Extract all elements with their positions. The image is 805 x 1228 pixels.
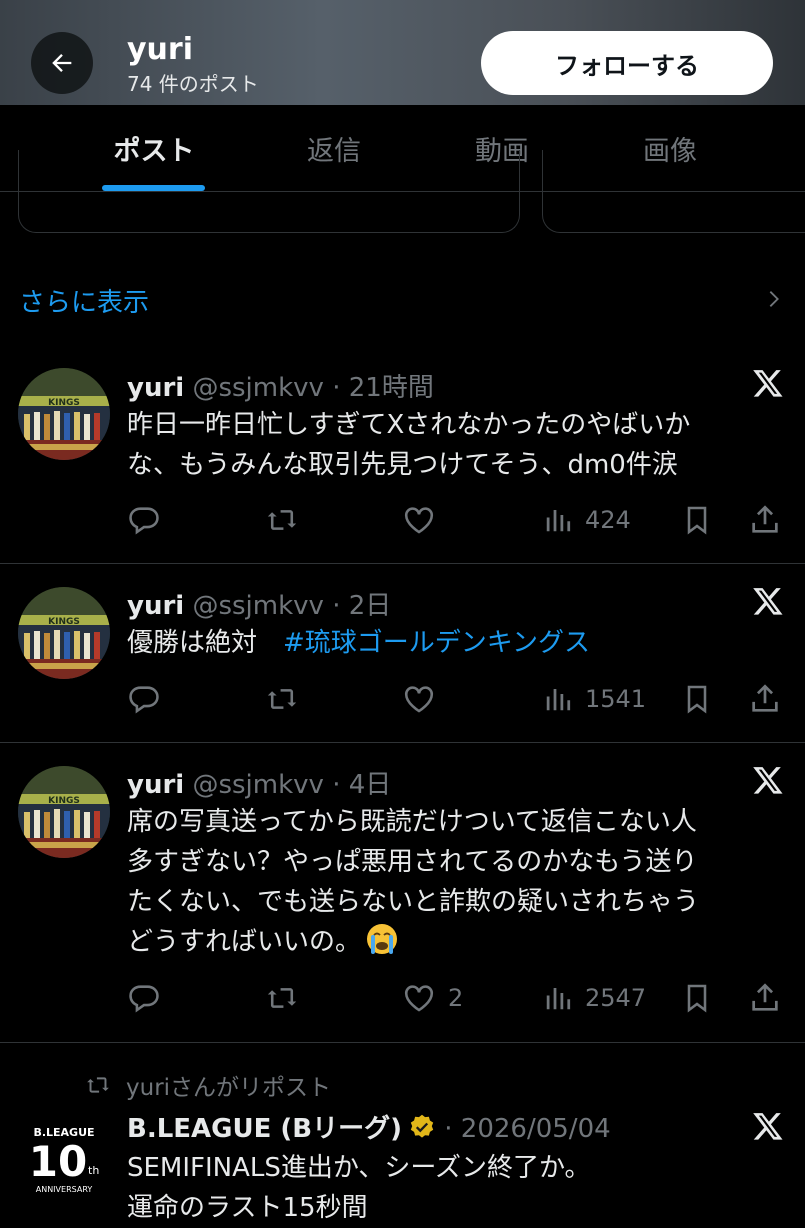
- repost-icon: [267, 510, 297, 530]
- x-logo-icon[interactable]: [752, 1110, 784, 1142]
- views-button[interactable]: 424: [543, 500, 631, 540]
- post[interactable]: yuri @ssjmkvv · 4日 席の写真送ってから既読だけついて返信こない…: [0, 754, 805, 1039]
- share-button[interactable]: [748, 500, 782, 540]
- logo-number: 10: [29, 1137, 87, 1186]
- post[interactable]: yuri @ssjmkvv · 21時間 昨日一昨日忙しすぎてXされなかったのや…: [0, 355, 805, 561]
- author-name[interactable]: yuri: [127, 373, 184, 403]
- post-time[interactable]: 4日: [349, 770, 392, 800]
- view-count: 2547: [585, 984, 647, 1012]
- reply-icon: [129, 507, 159, 535]
- x-logo-icon[interactable]: [752, 764, 784, 796]
- heart-icon: [404, 507, 434, 534]
- x-logo-icon[interactable]: [752, 367, 784, 399]
- repost-indicator[interactable]: yuriさんがリポスト: [84, 1068, 331, 1102]
- repost-button[interactable]: [264, 500, 300, 540]
- reply-icon: [129, 985, 159, 1013]
- share-button[interactable]: [748, 679, 782, 719]
- avatar[interactable]: [18, 766, 110, 858]
- logo-anniversary: ANNIVERSARY: [36, 1185, 93, 1194]
- x-logo-icon[interactable]: [752, 585, 784, 617]
- share-button[interactable]: [748, 978, 782, 1018]
- hashtag-link[interactable]: #琉球ゴールデンキングス: [283, 628, 590, 658]
- post-text-line: たくない、でも送らないと詐欺の疑いされちゃう: [127, 887, 700, 917]
- repost-label: yuriさんがリポスト: [126, 1075, 332, 1101]
- follow-button[interactable]: フォローする: [481, 31, 773, 95]
- post-divider: [0, 563, 805, 564]
- post[interactable]: yuri @ssjmkvv · 2日 優勝は絶対 #琉球ゴールデンキングス 15…: [0, 575, 805, 740]
- repost-button[interactable]: [264, 978, 300, 1018]
- post-text-line: 多すぎない？やっぱ悪用されてるのかなもう送り: [127, 847, 698, 877]
- post-time[interactable]: 2026/05/04: [461, 1114, 611, 1144]
- meta-separator: ·: [332, 770, 341, 800]
- bookmark-icon: [687, 506, 707, 535]
- views-icon: [546, 988, 571, 1010]
- author-handle[interactable]: @ssjmkvv: [192, 373, 323, 403]
- view-count: 1541: [585, 685, 647, 713]
- views-icon: [546, 510, 571, 532]
- views-button[interactable]: 2547: [543, 978, 646, 1018]
- repost-icon: [267, 988, 297, 1008]
- post-time[interactable]: 21時間: [349, 373, 434, 403]
- heart-icon: [404, 686, 434, 713]
- back-button[interactable]: [31, 32, 93, 94]
- like-button[interactable]: [402, 679, 448, 719]
- profile-header: yuri 74 件のポスト フォローする: [0, 0, 805, 105]
- author-handle[interactable]: @ssjmkvv: [192, 591, 323, 621]
- post-text-line: な、もうみんな取引先見つけてそう、dm0件涙: [127, 450, 678, 480]
- meta-separator: ·: [332, 373, 341, 403]
- like-button[interactable]: [402, 500, 448, 540]
- profile-name: yuri: [127, 32, 193, 67]
- post-text-line: SEMIFINALS進出か、シーズン終了か。: [127, 1153, 591, 1183]
- author-name[interactable]: yuri: [127, 770, 184, 800]
- bookmark-icon: [687, 685, 707, 714]
- post-text-line: 昨日一昨日忙しすぎてXされなかったのやばいか: [127, 410, 691, 440]
- post-divider: [0, 742, 805, 743]
- recommendation-card[interactable]: [18, 150, 520, 233]
- post-text-line: 席の写真送ってから既読だけついて返信こない人: [127, 807, 697, 837]
- bleague-10th-logo[interactable]: B.LEAGUE 10 th ANNIVERSARY: [18, 1112, 110, 1200]
- reply-icon: [129, 686, 159, 714]
- arrow-left-icon: [52, 54, 72, 72]
- reply-button[interactable]: [127, 679, 161, 719]
- post-text: 優勝は絶対: [127, 628, 284, 658]
- recommendation-card[interactable]: [542, 150, 805, 233]
- chevron-right-icon[interactable]: [763, 288, 785, 310]
- avatar[interactable]: [18, 368, 110, 460]
- bookmark-button[interactable]: [681, 679, 713, 719]
- bookmark-icon: [687, 984, 707, 1013]
- views-icon: [546, 689, 571, 711]
- show-more-link[interactable]: さらに表示: [19, 282, 149, 319]
- author-name[interactable]: yuri: [127, 591, 184, 621]
- bookmark-button[interactable]: [681, 978, 713, 1018]
- heart-icon: [404, 985, 434, 1012]
- meta-separator: ·: [332, 591, 341, 621]
- views-button[interactable]: 1541: [543, 679, 646, 719]
- avatar[interactable]: [18, 587, 110, 679]
- post-count: 74 件のポスト: [127, 72, 259, 96]
- meta-separator: ·: [444, 1114, 453, 1144]
- like-button[interactable]: 2: [402, 978, 463, 1018]
- share-icon: [752, 684, 778, 712]
- post-text-line: 運命のラスト15秒間: [127, 1193, 368, 1223]
- logo-suffix: th: [88, 1164, 99, 1177]
- bookmark-button[interactable]: [681, 500, 713, 540]
- author-handle[interactable]: @ssjmkvv: [192, 770, 323, 800]
- post-divider: [0, 1042, 805, 1043]
- like-count: 2: [448, 984, 464, 1012]
- share-icon: [752, 983, 778, 1011]
- view-count: 424: [585, 506, 631, 534]
- reply-button[interactable]: [127, 978, 161, 1018]
- verified-gold-badge-icon: [410, 1114, 434, 1138]
- post-text-line: どうすればいいの。: [127, 927, 362, 957]
- repost-icon: [267, 689, 297, 709]
- crying-face-emoji-icon: [367, 924, 398, 954]
- author-name[interactable]: B.LEAGUE (Bリーグ): [127, 1114, 402, 1144]
- repost-icon: [87, 1077, 109, 1093]
- post-time[interactable]: 2日: [349, 591, 392, 621]
- share-icon: [752, 505, 778, 533]
- repost-button[interactable]: [264, 679, 300, 719]
- reply-button[interactable]: [127, 500, 161, 540]
